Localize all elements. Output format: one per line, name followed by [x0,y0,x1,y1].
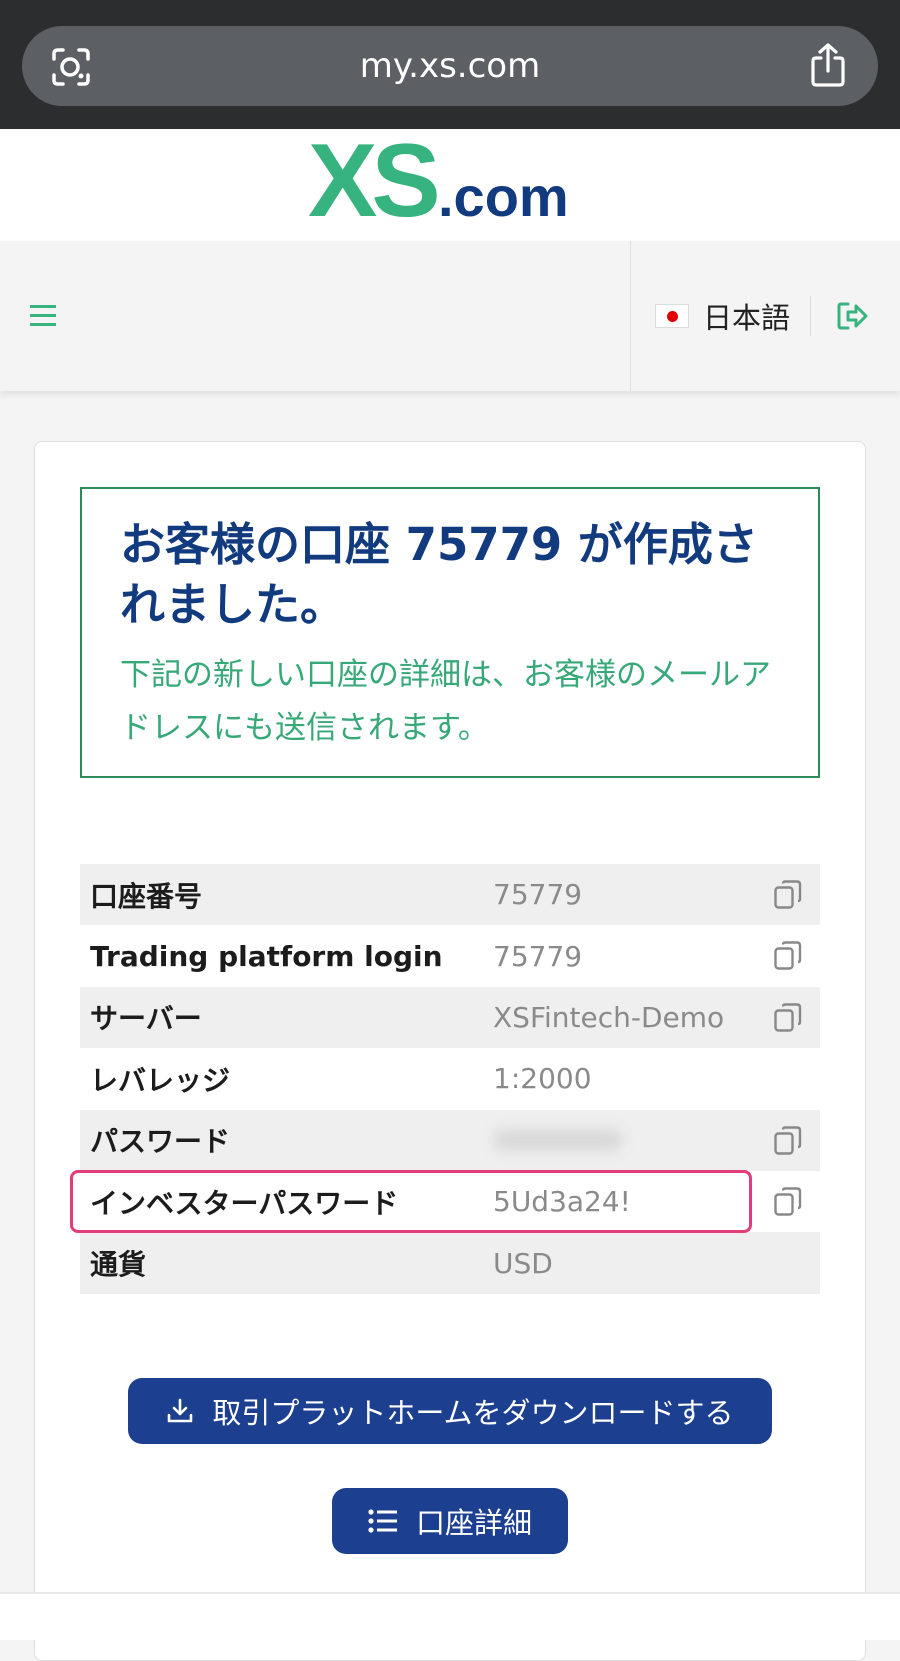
table-row: Trading platform login 75779 [80,925,820,986]
language-label: 日本語 [703,301,791,335]
logout-icon[interactable] [836,301,868,331]
account-details-button[interactable]: 口座詳細 [332,1488,568,1554]
nav-divider-small [810,296,811,336]
row-value: 1:2000 [493,1062,592,1096]
row-label: レバレッジ [90,1063,231,1097]
download-icon [168,1398,193,1423]
browser-chrome: my.xs.com [0,0,900,129]
row-label: サーバー [90,1002,202,1036]
logo-suffix: .com [438,165,569,228]
row-label: Trading platform login [90,939,443,973]
row-value: 75779 [493,878,583,912]
masked-password-value [493,1129,623,1152]
nav-divider [630,241,631,391]
table-row: レバレッジ 1:2000 [80,1048,820,1109]
table-row: 通貨 USD [80,1232,820,1294]
account-details-label: 口座詳細 [415,1506,532,1540]
row-label: パスワード [90,1125,231,1159]
notice-title: お客様の口座 75779 が作成されました。 [120,518,758,631]
copy-icon[interactable] [774,880,802,910]
notice-box: お客様の口座 75779 が作成されました。 下記の新しい口座の詳細は、お客様の… [80,487,820,778]
logo-main: XS [308,138,437,230]
row-label: 通貨 [90,1248,147,1282]
copy-icon[interactable] [774,1003,802,1033]
table-row: 口座番号 75779 [80,864,820,926]
address-bar[interactable]: my.xs.com [22,26,878,106]
japan-flag-icon [655,304,689,328]
row-value: XSFintech-Demo [493,1000,725,1034]
list-icon [368,1509,397,1533]
table-row: サーバー XSFintech-Demo [80,986,820,1049]
investor-password-highlight [70,1170,752,1233]
copy-icon[interactable] [774,1187,802,1217]
bottom-band [0,1594,900,1640]
row-value: 75779 [493,939,583,973]
download-platform-button[interactable]: 取引プラットホームをダウンロードする [128,1378,772,1444]
table-row: パスワード [80,1109,820,1171]
share-icon[interactable] [808,42,848,88]
download-platform-label: 取引プラットホームをダウンロードする [212,1396,734,1430]
row-value: USD [493,1246,553,1280]
hamburger-icon[interactable] [30,305,58,327]
xs-logo[interactable]: XS .com [308,138,592,230]
notice-subtitle: 下記の新しい口座の詳細は、お客様のメールアドレスにも送信されます。 [120,657,771,746]
top-nav: 日本語 [0,241,900,391]
language-selector[interactable]: 日本語 [655,296,790,336]
copy-icon[interactable] [774,941,802,971]
copy-icon[interactable] [774,1125,802,1156]
row-label: 口座番号 [90,879,203,913]
url-text[interactable]: my.xs.com [22,46,878,86]
